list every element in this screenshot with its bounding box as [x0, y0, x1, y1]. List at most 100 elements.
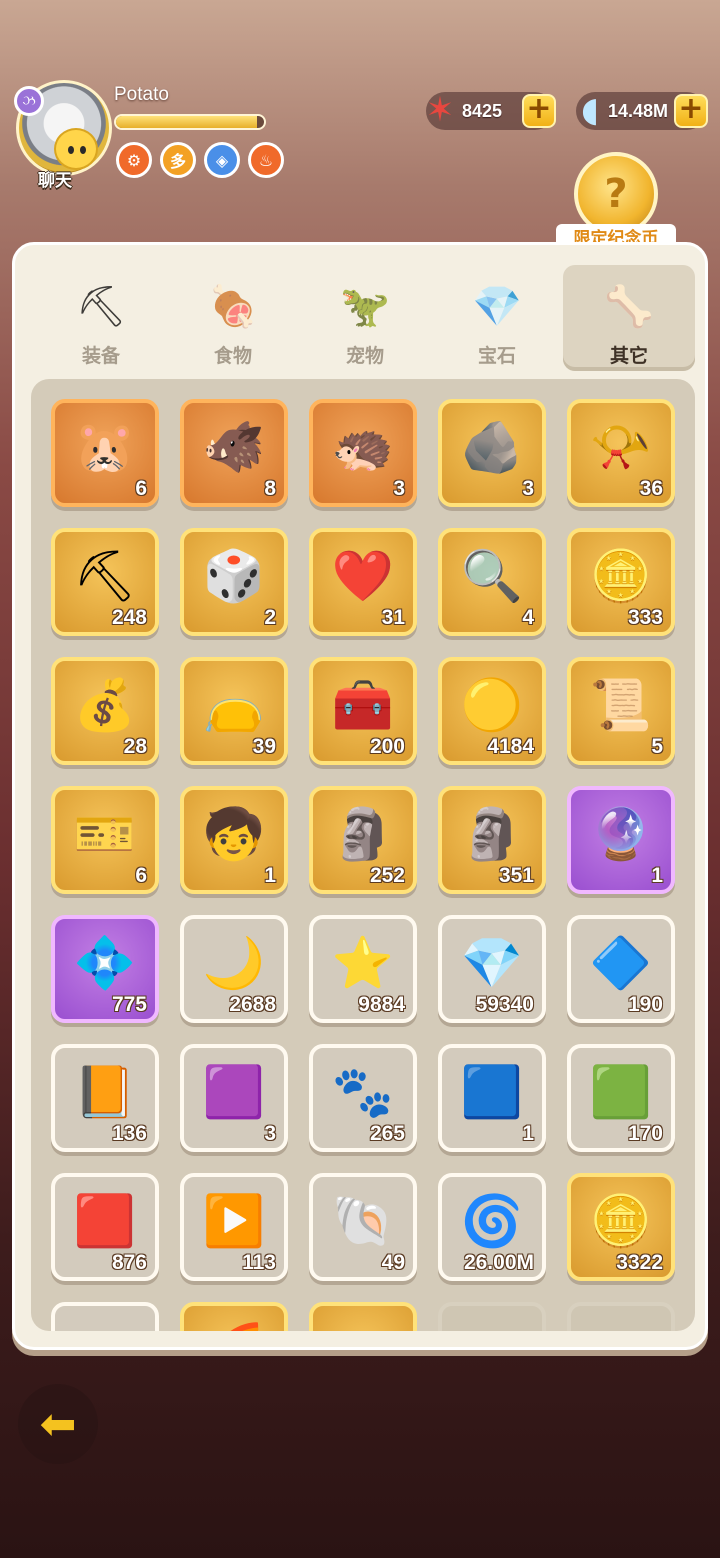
item-grid-scroll[interactable]: 🐹 6 🐗 8 🦔 3 🪨 3 📯 36 ⛏ 248 🎲 2 ❤️ 31 🔍 4 🪙 333 💰 28 👝 39 🧰 200 🟡 41…	[31, 379, 695, 1331]
shell-coin-icon: 🐚	[331, 1192, 395, 1250]
item-slot-character-token[interactable]: 🧒 1	[180, 786, 288, 894]
item-slot-purple-gem[interactable]: 🔮 1	[567, 786, 675, 894]
item-slot-green-idol[interactable]: 🗿 252	[309, 786, 417, 894]
inventory-panel: ⛏ 装备 🍖 食物 🦖 宠物 💎 宝石 🦴 其它 🐹 6 🐗 8 🦔 3 🪨 3 📯 36 ⛏ 248 🎲 2 ❤️ 31 🔍 4 🪙…	[12, 242, 708, 1350]
chat-button[interactable]: 聊天	[28, 128, 110, 191]
pet-medal-icon[interactable]: 多	[160, 142, 196, 178]
bone-icon: 🦴	[604, 283, 654, 330]
item-slot-empty-2	[567, 1302, 675, 1331]
level-badge: ઝ	[14, 86, 44, 116]
item-count: 265	[369, 1122, 405, 1145]
item-slot-rune-stone[interactable]: 🔷 190	[567, 915, 675, 1023]
pet-crystal-3-icon: 🦔	[331, 418, 395, 476]
tab-3[interactable]: 💎 宝石	[431, 265, 563, 371]
back-arrow-icon: ⬅	[39, 1398, 77, 1450]
item-slot-cake-coin[interactable]: 🪙 333	[567, 528, 675, 636]
shell-value: 14.48M	[608, 101, 669, 121]
item-count: 190	[627, 993, 663, 1016]
item-slot-shell-coin[interactable]: 🐚 49	[309, 1173, 417, 1281]
item-slot-heart[interactable]: ❤️ 31	[309, 528, 417, 636]
item-slot-blue-card[interactable]: 🟦 1	[438, 1044, 546, 1152]
item-slot-play-card[interactable]: ▶️ 113	[180, 1173, 288, 1281]
item-count: 200	[369, 735, 405, 758]
item-slot-pet-crystal-3[interactable]: 🦔 3	[309, 399, 417, 507]
item-slot-partial-2[interactable]: 🌈	[180, 1302, 288, 1331]
item-count: 1	[264, 864, 276, 887]
item-slot-blue-crystal[interactable]: 💎 59340	[438, 915, 546, 1023]
rune-stone-icon: 🔷	[589, 934, 653, 992]
item-slot-gold-ore[interactable]: 🪨 3	[438, 399, 546, 507]
back-button[interactable]: ⬅	[18, 1384, 98, 1464]
item-slot-moon-stone[interactable]: 🌙 2688	[180, 915, 288, 1023]
item-count: 26.00M	[463, 1251, 534, 1274]
cake-coin-icon: 🪙	[589, 547, 653, 605]
play-card-icon: ▶️	[202, 1192, 266, 1250]
tab-label: 其它	[609, 345, 648, 367]
item-count: 6	[135, 477, 147, 500]
tab-1[interactable]: 🍖 食物	[167, 265, 299, 371]
item-slot-spiral-coin[interactable]: 🟡 4184	[438, 657, 546, 765]
gold-ore-icon: 🪨	[460, 418, 524, 476]
starfish-icon: ✶	[425, 90, 455, 130]
item-count: 3	[522, 477, 534, 500]
item-slot-spiral-stone[interactable]: 🌀 26.00M	[438, 1173, 546, 1281]
item-count: 36	[639, 477, 663, 500]
heart-icon: ❤️	[331, 547, 395, 605]
dice-icon: 🎲	[202, 547, 266, 605]
item-slot-pink-crystal[interactable]: 💠 775	[51, 915, 159, 1023]
tab-label: 宠物	[345, 345, 384, 367]
dino-skull-icon: 🦖	[340, 283, 390, 330]
item-slot-pet-crystal-1[interactable]: 🐹 6	[51, 399, 159, 507]
purple-bag-icon: 👝	[202, 676, 266, 734]
item-count: 4184	[487, 735, 534, 758]
paw-card-icon: 🐾	[331, 1063, 395, 1121]
item-count: 252	[369, 864, 405, 887]
item-count: 351	[498, 864, 534, 887]
stone-idol-icon: 🗿	[460, 805, 524, 863]
item-count: 248	[111, 606, 147, 629]
horn-icon: 📯	[589, 418, 653, 476]
item-slot-partial-1[interactable]	[51, 1302, 159, 1331]
gear-medal-icon[interactable]: ⚙	[116, 142, 152, 178]
item-count: 3322	[616, 1251, 663, 1274]
item-slot-magnifier[interactable]: 🔍 4	[438, 528, 546, 636]
spiral-stone-icon: 🌀	[460, 1192, 524, 1250]
tab-2[interactable]: 🦖 宠物	[299, 265, 431, 371]
item-slot-dice[interactable]: 🎲 2	[180, 528, 288, 636]
item-slot-orange-scroll[interactable]: 📙 136	[51, 1044, 159, 1152]
item-slot-green-card[interactable]: 🟩 170	[567, 1044, 675, 1152]
magnifier-icon: 🔍	[460, 547, 524, 605]
limited-coin-button[interactable]: ? 限定纪念币	[556, 152, 676, 254]
category-tabs: ⛏ 装备 🍖 食物 🦖 宠物 💎 宝石 🦴 其它	[35, 265, 695, 371]
item-slot-treasure-chest[interactable]: 🧰 200	[309, 657, 417, 765]
food-medal-icon[interactable]: ♨	[248, 142, 284, 178]
item-slot-purple-card[interactable]: 🟪 3	[180, 1044, 288, 1152]
gold-coin-icon: 🪙	[589, 1192, 653, 1250]
item-slot-pickaxe[interactable]: ⛏ 248	[51, 528, 159, 636]
item-slot-pet-crystal-2[interactable]: 🐗 8	[180, 399, 288, 507]
item-slot-stone-idol[interactable]: 🗿 351	[438, 786, 546, 894]
item-count: 333	[627, 606, 663, 629]
add-shell-button[interactable]: +	[674, 94, 708, 128]
item-count: 775	[111, 993, 147, 1016]
gem-icon: 💎	[472, 283, 522, 330]
item-slot-red-card[interactable]: 🟥 876	[51, 1173, 159, 1281]
pickaxe-icon: ⛏	[75, 283, 127, 330]
tab-4[interactable]: 🦴 其它	[563, 265, 695, 371]
gem-medal-icon[interactable]: ◈	[204, 142, 240, 178]
tab-0[interactable]: ⛏ 装备	[35, 265, 167, 371]
item-slot-star-stone[interactable]: ⭐ 9884	[309, 915, 417, 1023]
item-slot-map-scroll[interactable]: 📜 5	[567, 657, 675, 765]
item-count: 8	[264, 477, 276, 500]
add-starfish-button[interactable]: +	[522, 94, 556, 128]
purple-gem-icon: 🔮	[589, 805, 653, 863]
item-slot-blue-ticket[interactable]: 🎫 6	[51, 786, 159, 894]
item-slot-gold-coin[interactable]: 🪙 3322	[567, 1173, 675, 1281]
xp-bar-fill	[116, 116, 257, 128]
item-slot-purple-bag[interactable]: 👝 39	[180, 657, 288, 765]
item-count: 3	[264, 1122, 276, 1145]
item-slot-partial-3[interactable]	[309, 1302, 417, 1331]
item-slot-paw-card[interactable]: 🐾 265	[309, 1044, 417, 1152]
item-slot-horn[interactable]: 📯 36	[567, 399, 675, 507]
item-slot-green-bag[interactable]: 💰 28	[51, 657, 159, 765]
